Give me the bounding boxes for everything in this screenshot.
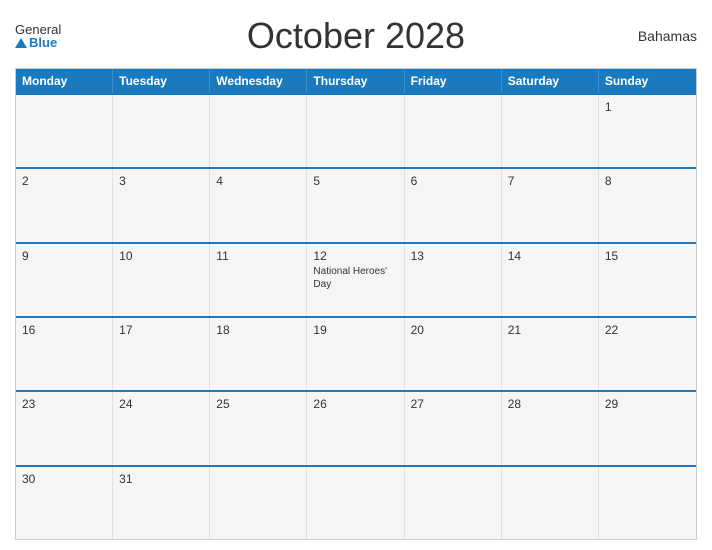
calendar-body: 123456789101112National Heroes' Day13141… xyxy=(16,93,696,539)
day-number: 6 xyxy=(411,174,495,188)
calendar-cell-5-0: 30 xyxy=(16,467,113,539)
day-number: 2 xyxy=(22,174,106,188)
calendar-cell-3-6: 22 xyxy=(599,318,696,390)
calendar-header: Monday Tuesday Wednesday Thursday Friday… xyxy=(16,69,696,93)
calendar-cell-0-3 xyxy=(307,95,404,167)
day-number: 19 xyxy=(313,323,397,337)
calendar-cell-1-0: 2 xyxy=(16,169,113,241)
day-number: 26 xyxy=(313,397,397,411)
logo-triangle-icon xyxy=(15,38,27,48)
calendar-cell-1-3: 5 xyxy=(307,169,404,241)
header-saturday: Saturday xyxy=(502,69,599,93)
calendar-cell-4-5: 28 xyxy=(502,392,599,464)
calendar-cell-5-2 xyxy=(210,467,307,539)
day-number: 18 xyxy=(216,323,300,337)
event-label: National Heroes' Day xyxy=(313,265,397,291)
day-number: 21 xyxy=(508,323,592,337)
day-number: 17 xyxy=(119,323,203,337)
calendar-cell-4-4: 27 xyxy=(405,392,502,464)
day-number: 30 xyxy=(22,472,106,486)
calendar-cell-1-4: 6 xyxy=(405,169,502,241)
calendar-cell-0-5 xyxy=(502,95,599,167)
day-number: 29 xyxy=(605,397,690,411)
day-number: 14 xyxy=(508,249,592,263)
calendar-cell-5-6 xyxy=(599,467,696,539)
calendar-cell-0-0 xyxy=(16,95,113,167)
calendar-row-3: 16 17 18 19 20 21 22 xyxy=(16,316,696,390)
day-number: 10 xyxy=(119,249,203,263)
calendar-cell-3-3: 19 xyxy=(307,318,404,390)
day-number: 9 xyxy=(22,249,106,263)
calendar-row-5: 30 31 xyxy=(16,465,696,539)
calendar-row-1: 2345678 xyxy=(16,167,696,241)
day-number: 7 xyxy=(508,174,592,188)
day-number: 13 xyxy=(411,249,495,263)
calendar-cell-4-2: 25 xyxy=(210,392,307,464)
calendar-cell-1-2: 4 xyxy=(210,169,307,241)
calendar-cell-2-6: 15 xyxy=(599,244,696,316)
calendar-cell-0-4 xyxy=(405,95,502,167)
calendar-row-2: 9 10 11 12 National Heroes' Day 13 14 15 xyxy=(16,242,696,316)
day-number: 23 xyxy=(22,397,106,411)
header-tuesday: Tuesday xyxy=(113,69,210,93)
calendar-cell-5-5 xyxy=(502,467,599,539)
day-number: 27 xyxy=(411,397,495,411)
calendar-cell-2-1: 10 xyxy=(113,244,210,316)
calendar-cell-2-3: 12 National Heroes' Day xyxy=(307,244,404,316)
calendar-cell-4-3: 26 xyxy=(307,392,404,464)
day-number: 22 xyxy=(605,323,690,337)
calendar-cell-2-4: 13 xyxy=(405,244,502,316)
calendar-cell-5-1: 31 xyxy=(113,467,210,539)
calendar-cell-1-1: 3 xyxy=(113,169,210,241)
day-number: 16 xyxy=(22,323,106,337)
day-number: 24 xyxy=(119,397,203,411)
day-number: 3 xyxy=(119,174,203,188)
month-title: October 2028 xyxy=(247,15,465,57)
calendar-cell-2-0: 9 xyxy=(16,244,113,316)
header-monday: Monday xyxy=(16,69,113,93)
calendar-cell-4-1: 24 xyxy=(113,392,210,464)
calendar-cell-5-3 xyxy=(307,467,404,539)
calendar-cell-3-1: 17 xyxy=(113,318,210,390)
calendar-cell-0-2 xyxy=(210,95,307,167)
calendar-cell-1-5: 7 xyxy=(502,169,599,241)
calendar-cell-2-2: 11 xyxy=(210,244,307,316)
day-number: 31 xyxy=(119,472,203,486)
calendar-row-4: 23 24 25 26 27 28 29 xyxy=(16,390,696,464)
country-label: Bahamas xyxy=(638,28,697,44)
calendar-row-0: 1 xyxy=(16,93,696,167)
day-number: 4 xyxy=(216,174,300,188)
header-thursday: Thursday xyxy=(307,69,404,93)
calendar-grid: Monday Tuesday Wednesday Thursday Friday… xyxy=(15,68,697,540)
calendar-cell-1-6: 8 xyxy=(599,169,696,241)
day-number: 15 xyxy=(605,249,690,263)
day-number: 8 xyxy=(605,174,690,188)
day-number: 20 xyxy=(411,323,495,337)
day-number: 25 xyxy=(216,397,300,411)
header-wednesday: Wednesday xyxy=(210,69,307,93)
day-number: 12 xyxy=(313,249,397,263)
page-header: General Blue October 2028 Bahamas xyxy=(15,10,697,62)
day-number: 5 xyxy=(313,174,397,188)
logo-blue-text: Blue xyxy=(15,36,57,49)
calendar-cell-3-0: 16 xyxy=(16,318,113,390)
calendar-cell-3-5: 21 xyxy=(502,318,599,390)
calendar-cell-4-0: 23 xyxy=(16,392,113,464)
day-number: 1 xyxy=(605,100,690,114)
calendar-cell-2-5: 14 xyxy=(502,244,599,316)
day-number: 11 xyxy=(216,249,300,263)
calendar-page: General Blue October 2028 Bahamas Monday… xyxy=(0,0,712,550)
calendar-cell-5-4 xyxy=(405,467,502,539)
header-sunday: Sunday xyxy=(599,69,696,93)
header-friday: Friday xyxy=(405,69,502,93)
calendar-cell-3-4: 20 xyxy=(405,318,502,390)
calendar-cell-4-6: 29 xyxy=(599,392,696,464)
logo: General Blue xyxy=(15,23,61,49)
day-number: 28 xyxy=(508,397,592,411)
calendar-cell-0-6: 1 xyxy=(599,95,696,167)
calendar-cell-0-1 xyxy=(113,95,210,167)
calendar-cell-3-2: 18 xyxy=(210,318,307,390)
